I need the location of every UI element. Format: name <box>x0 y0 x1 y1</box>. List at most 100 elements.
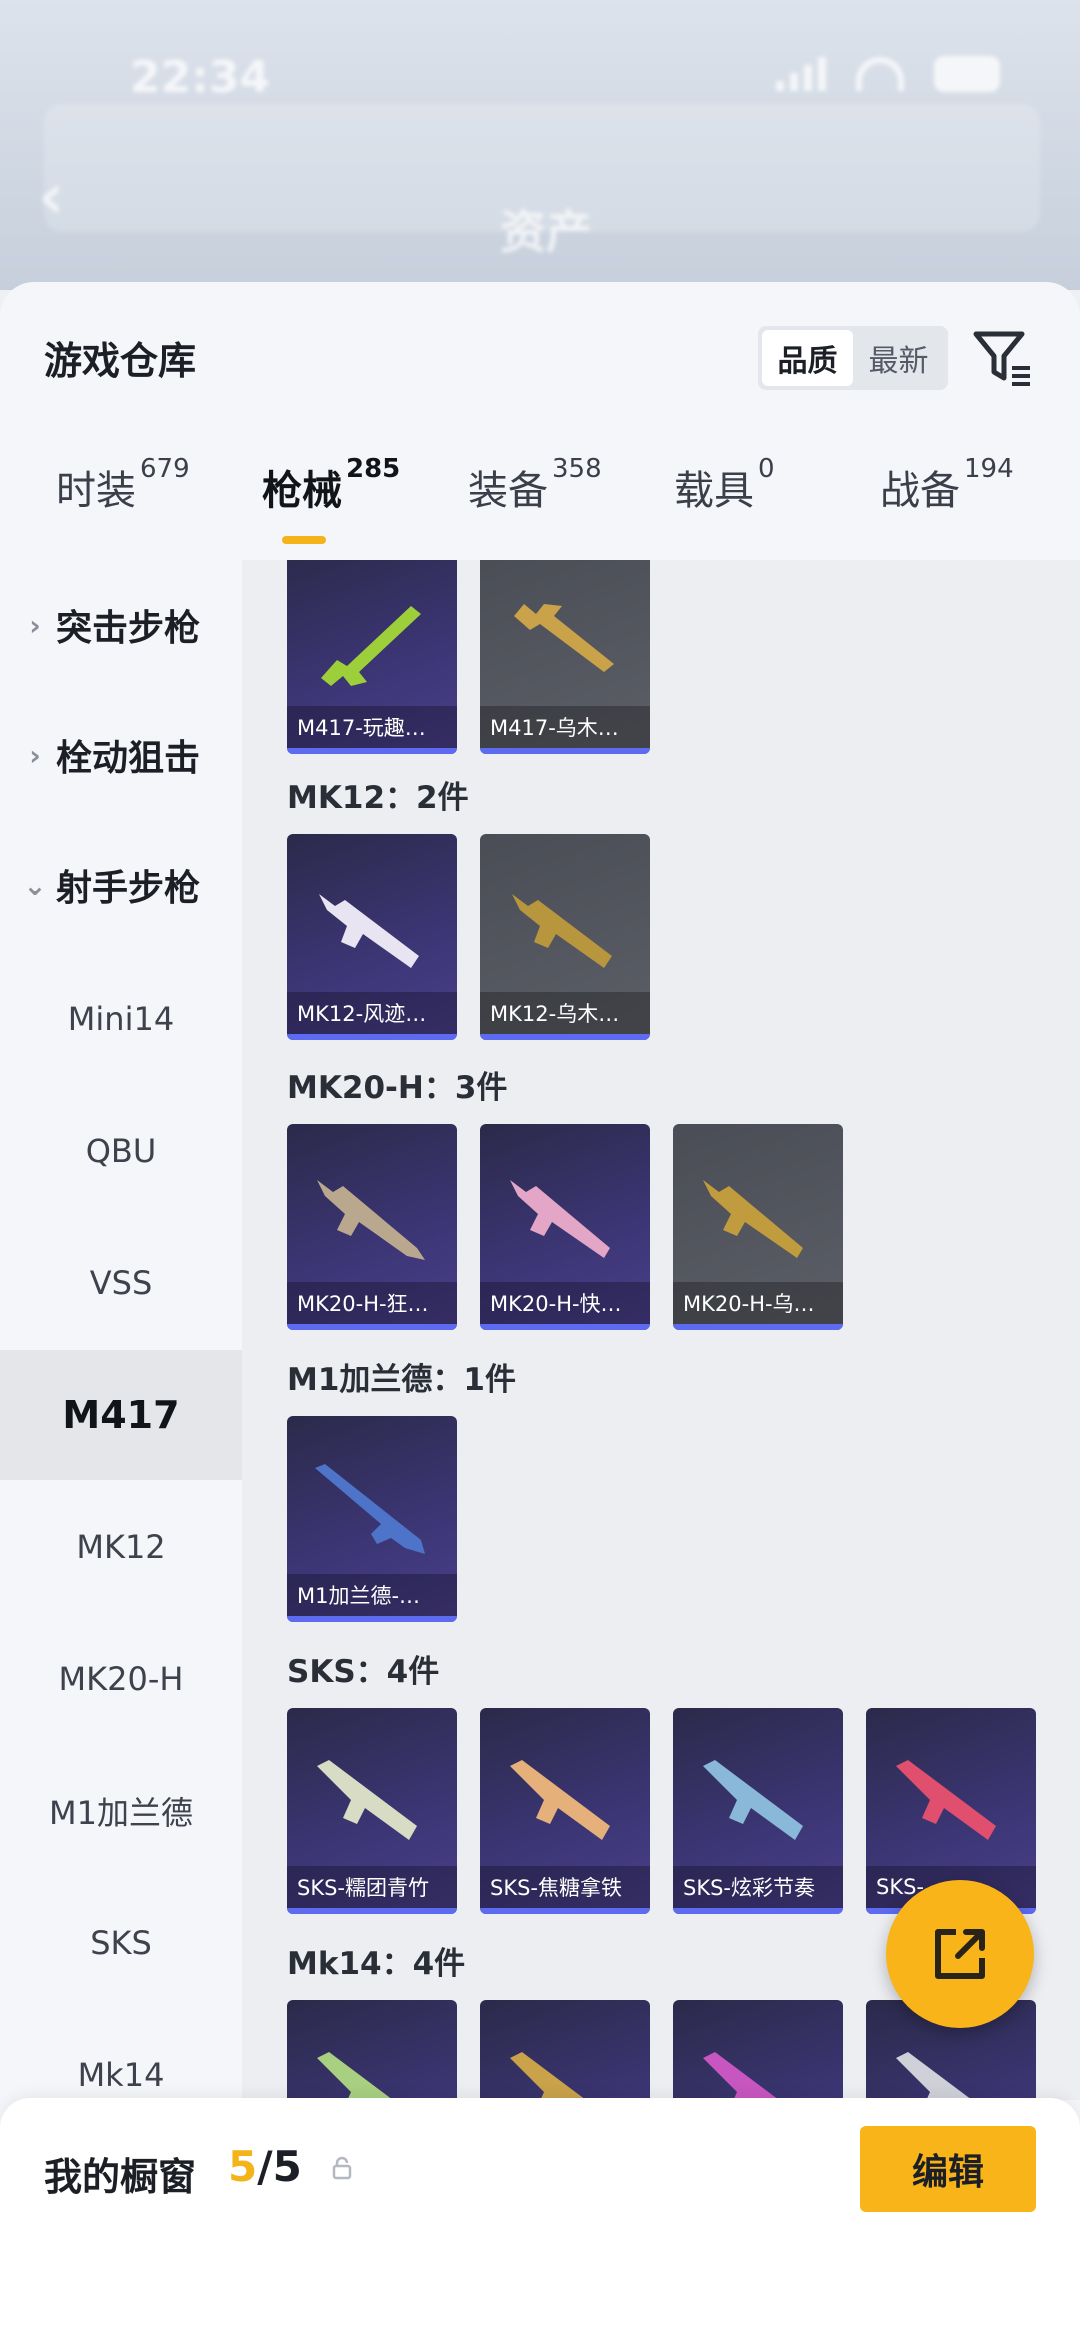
active-tab-indicator <box>282 536 326 544</box>
chevron-down-icon: ⌄ <box>23 868 47 902</box>
sidebar-item-mk12[interactable]: MK12 <box>0 1482 242 1612</box>
share-button[interactable] <box>886 1880 1034 2028</box>
rarity-strip <box>287 748 457 754</box>
skin-card[interactable] <box>480 2000 650 2100</box>
tab-outfits[interactable]: 时装 679 <box>56 454 190 516</box>
rarity-strip <box>287 1034 457 1040</box>
tab-count: 358 <box>552 454 602 484</box>
skin-name: MK12-乌木… <box>480 992 650 1034</box>
tab-count: 194 <box>964 454 1014 484</box>
skin-card[interactable]: M417-乌木… <box>480 560 650 754</box>
back-icon[interactable]: ‹ <box>38 160 64 234</box>
rifle-skin-image <box>703 1760 803 1840</box>
chevron-right-icon: › <box>29 608 41 642</box>
group-label-mk12: MK12：2件 <box>287 780 469 816</box>
tab-count: 0 <box>758 454 775 484</box>
sheet-title: 游戏仓库 <box>44 339 197 383</box>
sidebar-item-mk20h[interactable]: MK20-H <box>0 1614 242 1744</box>
sidebar-item-mini14[interactable]: Mini14 <box>0 954 242 1084</box>
skin-name: SKS-炫彩节奏 <box>673 1866 843 1908</box>
edit-button[interactable]: 编辑 <box>860 2126 1036 2212</box>
skin-name: M1加兰德-… <box>287 1574 457 1616</box>
rifle-skin-image <box>321 606 421 686</box>
rifle-skin-image <box>317 1180 425 1260</box>
status-icons <box>776 56 1000 92</box>
sidebar-group-marksman-rifle[interactable]: ⌄ 射手步枪 <box>0 820 242 950</box>
sort-toggle: 品质 最新 <box>758 326 948 390</box>
skin-card[interactable]: MK20-H-快… <box>480 1124 650 1330</box>
skin-name: MK20-H-狂… <box>287 1282 457 1324</box>
rarity-strip <box>673 1908 843 1914</box>
skin-card[interactable]: MK12-乌木… <box>480 834 650 1040</box>
sidebar-group-assault-rifle[interactable]: › 突击步枪 <box>0 560 242 690</box>
rarity-strip <box>673 1324 843 1330</box>
status-and-header: 22:34 ‹ 资产 <box>0 0 1080 290</box>
tab-equipment[interactable]: 装备 358 <box>468 454 602 516</box>
lock-icon <box>332 2156 352 2180</box>
category-tabs: 时装 679 枪械 285 装备 358 载具 0 战备 194 <box>0 454 1080 558</box>
chevron-right-icon: › <box>29 738 41 772</box>
tab-supplies[interactable]: 战备 194 <box>880 454 1014 516</box>
skin-card[interactable]: MK20-H-乌… <box>673 1124 843 1330</box>
skin-card[interactable]: SKS-炫彩节奏 <box>673 1708 843 1914</box>
rifle-skin-image <box>512 894 612 968</box>
sidebar-item-vss[interactable]: VSS <box>0 1218 242 1348</box>
group-label-m1-garand: M1加兰德：1件 <box>287 1362 516 1398</box>
weapon-sidebar: › 突击步枪 › 栓动狙击 ⌄ 射手步枪 Mini14 QBU VSS M417 MK… <box>0 560 242 2100</box>
skin-card[interactable] <box>673 2000 843 2100</box>
rifle-skin-image <box>510 2052 586 2100</box>
rifle-skin-image <box>703 1180 803 1258</box>
skin-card[interactable] <box>287 2000 457 2100</box>
skin-card[interactable]: MK12-风迹… <box>287 834 457 1040</box>
tab-firearms[interactable]: 枪械 285 <box>262 454 400 516</box>
sidebar-item-m1-garand[interactable]: M1加兰德 <box>0 1746 242 1876</box>
skin-name: M417-玩趣… <box>287 706 457 748</box>
skin-card[interactable]: MK20-H-狂… <box>287 1124 457 1330</box>
rifle-skin-image <box>896 2052 972 2100</box>
sidebar-item-m417[interactable]: M417 <box>0 1350 242 1480</box>
rarity-strip <box>480 1034 650 1040</box>
sidebar-item-qbu[interactable]: QBU <box>0 1086 242 1216</box>
rifle-skin-image <box>510 1760 610 1840</box>
rifle-skin-image <box>514 604 614 672</box>
skin-name: SKS-焦糖拿铁 <box>480 1866 650 1908</box>
rifle-skin-image <box>315 1464 425 1554</box>
skin-name: MK12-风迹… <box>287 992 457 1034</box>
sort-by-newest[interactable]: 最新 <box>853 330 944 386</box>
showcase-label: 我的橱窗 <box>44 2155 197 2199</box>
skin-card[interactable]: M1加兰德-… <box>287 1416 457 1622</box>
skin-name: SKS-糯团青竹 <box>287 1866 457 1908</box>
sort-by-quality[interactable]: 品质 <box>762 330 853 386</box>
rifle-skin-image <box>896 1760 996 1840</box>
rifle-skin-image <box>317 2052 393 2100</box>
rarity-strip <box>480 1324 650 1330</box>
skin-name: M417-乌木… <box>480 706 650 748</box>
header-title: 资产 <box>500 205 592 259</box>
rarity-strip <box>480 748 650 754</box>
tab-vehicles[interactable]: 载具 0 <box>674 454 775 516</box>
share-icon <box>935 1929 985 1979</box>
showcase-bar: 我的橱窗 5/5 编辑 <box>0 2098 1080 2341</box>
skin-card[interactable]: SKS-焦糖拿铁 <box>480 1708 650 1914</box>
status-time: 22:34 <box>130 52 271 103</box>
skin-card[interactable]: M417-玩趣… <box>287 560 457 754</box>
group-label-sks: SKS：4件 <box>287 1654 440 1690</box>
showcase-count: 5/5 <box>228 2142 302 2191</box>
sidebar-item-sks[interactable]: SKS <box>0 1878 242 2008</box>
rarity-strip <box>287 1324 457 1330</box>
rarity-strip <box>287 1908 457 1914</box>
rifle-skin-image <box>319 894 419 968</box>
rarity-strip <box>287 1616 457 1622</box>
skin-name: MK20-H-快… <box>480 1282 650 1324</box>
group-label-mk14: Mk14：4件 <box>287 1946 466 1982</box>
rifle-skin-image <box>317 1760 417 1840</box>
rarity-strip <box>480 1908 650 1914</box>
wifi-icon <box>856 57 904 91</box>
tab-count: 285 <box>346 454 401 484</box>
group-label-mk20h: MK20-H：3件 <box>287 1070 508 1106</box>
skin-name: MK20-H-乌… <box>673 1282 843 1324</box>
filter-icon[interactable] <box>970 326 1034 390</box>
skin-grid: M417-玩趣… M417-乌木… MK12：2件 MK12-风迹… MK12-… <box>242 560 1080 2100</box>
sidebar-group-bolt-sniper[interactable]: › 栓动狙击 <box>0 690 242 820</box>
skin-card[interactable]: SKS-糯团青竹 <box>287 1708 457 1914</box>
